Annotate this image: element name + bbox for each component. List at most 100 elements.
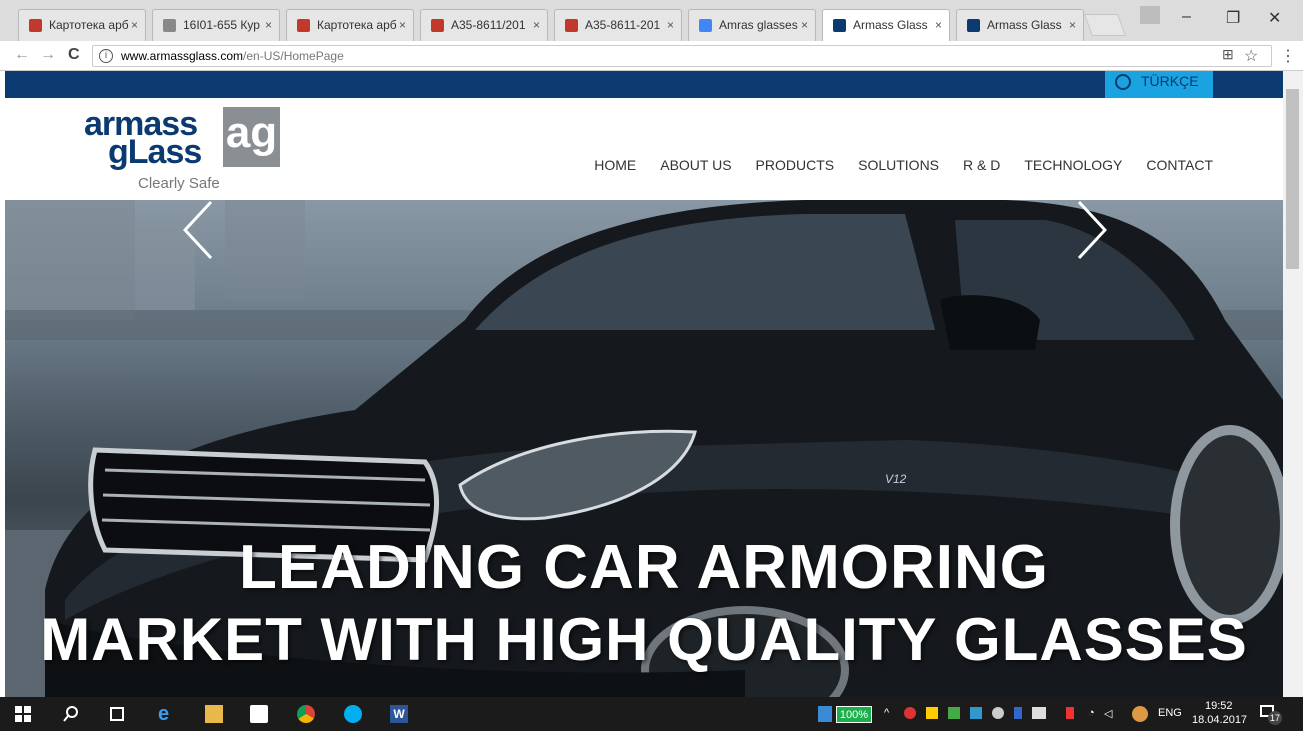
browser-tab[interactable]: А35-8611-201 ×	[554, 9, 682, 41]
language-label: TÜRKÇE	[1141, 73, 1199, 89]
hero-slider: V12 LEADING CAR ARMORING MARKET WITH HIG…	[5, 200, 1283, 697]
search-icon[interactable]	[62, 705, 80, 723]
tray-app-icon[interactable]	[970, 707, 982, 719]
chrome-icon[interactable]	[297, 705, 315, 723]
wifi-icon[interactable]: ◔	[1088, 707, 1095, 719]
tray-app-icon[interactable]	[926, 707, 938, 719]
task-view-icon[interactable]	[108, 705, 126, 723]
slider-next-arrow[interactable]	[1077, 200, 1107, 260]
bookmark-star-icon[interactable]: ☆	[1244, 46, 1258, 66]
logo-badge: ag	[223, 107, 280, 167]
url-input[interactable]: i www.armassglass.com/en-US/HomePage	[92, 45, 1272, 67]
browser-tab[interactable]: Armass Glass ×	[956, 9, 1084, 41]
forward-button[interactable]: →	[40, 46, 56, 64]
monitor-icon[interactable]	[1032, 707, 1046, 719]
slider-prev-arrow[interactable]	[183, 200, 213, 260]
info-icon[interactable]: i	[99, 49, 113, 63]
top-strip: TÜRKÇE	[5, 71, 1283, 98]
browser-tab[interactable]: А35-8611/201 ×	[420, 9, 548, 41]
nav-item-solutions[interactable]: SOLUTIONS	[858, 157, 939, 173]
clock-date[interactable]: 18.04.2017	[1192, 714, 1247, 726]
site-logo[interactable]: armass gLass ag Clearly Safe	[80, 105, 285, 197]
browser-menu-icon[interactable]: ⋮	[1280, 46, 1296, 66]
nav-item-products[interactable]: PRODUCTS	[756, 157, 835, 173]
globe-icon	[1115, 74, 1131, 90]
battery-indicator[interactable]: 100%	[836, 706, 872, 723]
store-icon[interactable]	[250, 705, 268, 723]
skype-icon[interactable]	[344, 705, 362, 723]
tab-close-icon[interactable]: ×	[533, 10, 540, 40]
tab-favicon-icon	[431, 19, 444, 32]
browser-tab[interactable]: 16I01-655 Кур ×	[152, 9, 280, 41]
tab-title: 16I01-655 Кур	[183, 18, 260, 32]
logo-word-glass: gLass	[108, 133, 202, 171]
nav-item-r-d[interactable]: R & D	[963, 157, 1000, 173]
tab-favicon-icon	[163, 19, 176, 32]
tab-favicon-icon	[565, 19, 578, 32]
tab-favicon-icon	[29, 19, 42, 32]
tab-favicon-icon	[297, 19, 310, 32]
tab-title: А35-8611-201	[585, 18, 661, 32]
tray-app-icon[interactable]	[904, 707, 916, 719]
reload-button[interactable]: C	[68, 46, 80, 64]
tab-title: Armass Glass	[987, 18, 1062, 32]
close-window-button[interactable]: ✕	[1268, 8, 1281, 28]
tab-close-icon[interactable]: ×	[1069, 10, 1076, 40]
file-explorer-icon[interactable]	[205, 705, 223, 723]
tray-icons	[904, 707, 1054, 721]
tab-close-icon[interactable]: ×	[801, 10, 808, 40]
tab-close-icon[interactable]: ×	[935, 10, 942, 40]
hero-headline-line1: LEADING CAR ARMORING	[239, 533, 1049, 602]
word-icon[interactable]: W	[390, 705, 408, 723]
profile-icon[interactable]	[1140, 6, 1160, 24]
nav-item-home[interactable]: HOME	[594, 157, 636, 173]
logo-tagline: Clearly Safe	[138, 175, 220, 192]
alert-flag-icon[interactable]	[1066, 707, 1074, 719]
tab-close-icon[interactable]: ×	[667, 10, 674, 40]
tab-favicon-icon	[699, 19, 712, 32]
hero-headline-line2: MARKET WITH HIGH QUALITY GLASSES	[40, 606, 1248, 673]
scrollbar-thumb[interactable]	[1286, 89, 1299, 269]
tab-title: Картотека арб	[317, 18, 397, 32]
url-path: /en-US/HomePage	[243, 49, 344, 63]
input-language[interactable]: ENG	[1158, 707, 1182, 719]
browser-tab[interactable]: Amras glasses ×	[688, 9, 816, 41]
notification-count: 17	[1268, 711, 1282, 725]
bluetooth-icon[interactable]	[1014, 707, 1022, 719]
minimize-button[interactable]: –	[1182, 8, 1191, 26]
tray-globe-icon[interactable]	[1132, 706, 1148, 722]
windows-taskbar: e W 100% ^ ◔ ◁ ENG 19:52 18.04.2017 17	[0, 697, 1303, 731]
browser-tab[interactable]: Armass Glass ×	[822, 9, 950, 41]
power-plug-icon[interactable]	[818, 706, 832, 722]
windows-start-icon[interactable]	[14, 705, 32, 723]
edge-browser-icon[interactable]: e	[158, 704, 176, 724]
nav-item-technology[interactable]: TECHNOLOGY	[1024, 157, 1122, 173]
tab-favicon-icon	[833, 19, 846, 32]
url-host: www.armassglass.com	[121, 49, 244, 63]
tray-expand-icon[interactable]: ^	[884, 707, 889, 719]
browser-tab[interactable]: Картотека арб ×	[18, 9, 146, 41]
back-button[interactable]: ←	[14, 46, 30, 64]
tab-close-icon[interactable]: ×	[131, 10, 138, 40]
clock-time[interactable]: 19:52	[1205, 700, 1233, 712]
tab-favicon-icon	[967, 19, 980, 32]
nav-item-about-us[interactable]: ABOUT US	[660, 157, 731, 173]
volume-icon[interactable]: ◁	[1104, 707, 1112, 720]
language-switch[interactable]: TÜRKÇE	[1105, 71, 1213, 98]
translate-icon[interactable]: ⊞	[1222, 46, 1234, 63]
browser-tab[interactable]: Картотека арб ×	[286, 9, 414, 41]
cloud-icon[interactable]	[992, 707, 1004, 719]
tab-title: Картотека арб	[49, 18, 129, 32]
tab-close-icon[interactable]: ×	[399, 10, 406, 40]
notifications-button[interactable]: 17	[1260, 703, 1282, 725]
tray-app-icon[interactable]	[948, 707, 960, 719]
address-bar: ← → C i www.armassglass.com/en-US/HomePa…	[0, 41, 1303, 71]
new-tab-button[interactable]	[1083, 14, 1127, 36]
maximize-button[interactable]: ❐	[1226, 8, 1240, 28]
tab-title: А35-8611/201	[451, 18, 526, 32]
nav-item-contact[interactable]: CONTACT	[1146, 157, 1213, 173]
tab-close-icon[interactable]: ×	[265, 10, 272, 40]
main-navigation: HOME ABOUT US PRODUCTS SOLUTIONS R & D TECHNO…	[594, 157, 1213, 173]
page-scrollbar[interactable]	[1283, 71, 1303, 697]
tab-title: Amras glasses	[719, 18, 798, 32]
